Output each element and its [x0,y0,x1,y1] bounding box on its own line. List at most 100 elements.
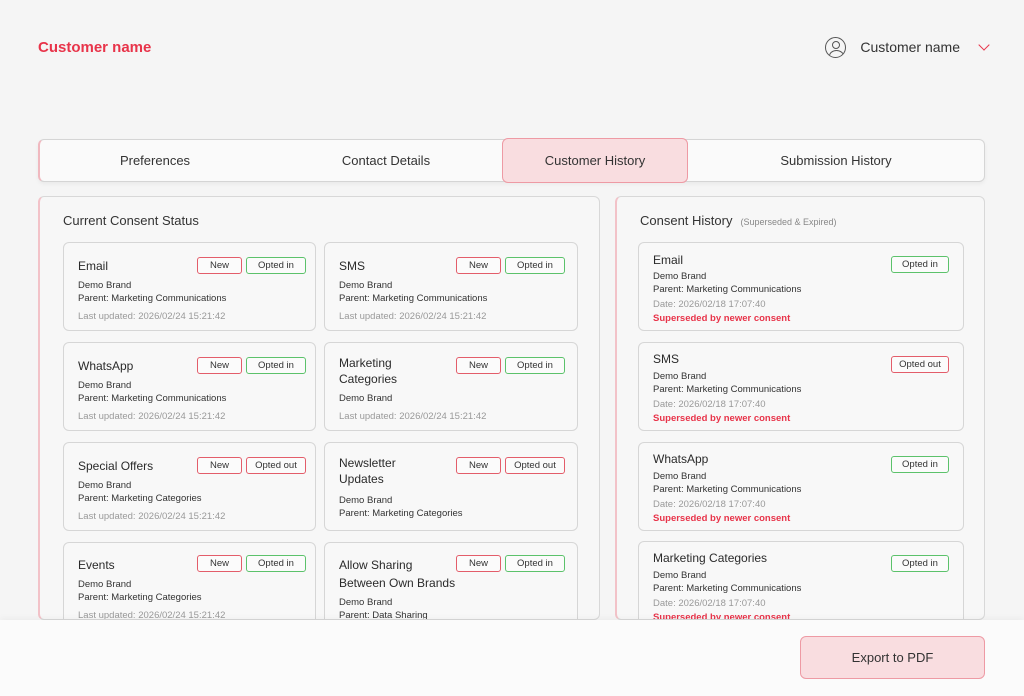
footer-bar: Export to PDF [0,620,1024,696]
consent-card-special-offers[interactable]: Special Offers New Opted out Demo Brand … [63,442,316,531]
consent-card-newsletter-updates[interactable]: Newsletter Updates New Opted out Demo Br… [324,442,578,531]
tab-submission-history[interactable]: Submission History [688,140,984,181]
card-brand: Demo Brand [339,393,393,404]
status-badge: Opted in [505,555,565,572]
status-badge: Opted in [891,555,949,572]
card-parent: Parent: Marketing Communications [78,293,227,304]
consent-history-title: Consent History (Superseded & Expired) [640,213,837,228]
panel-subtitle: (Superseded & Expired) [740,217,837,227]
superseded-note: Superseded by newer consent [653,612,791,620]
status-badge: Opted out [891,356,949,373]
card-brand: Demo Brand [339,280,393,291]
status-badge: Opted in [246,257,306,274]
user-menu[interactable]: Customer name [825,34,990,60]
status-badge: Opted in [891,256,949,273]
card-date: Date: 2026/02/18 17:07:40 [653,598,766,609]
card-date: Date: 2026/02/18 17:07:40 [653,499,766,510]
card-parent: Parent: Marketing Categories [78,493,202,504]
status-badge: Opted out [246,457,306,474]
new-badge: New [456,555,501,572]
superseded-note: Superseded by newer consent [653,413,791,424]
consent-history-panel[interactable]: Consent History (Superseded & Expired) E… [615,196,985,620]
card-parent: Parent: Marketing Communications [653,384,802,395]
card-brand: Demo Brand [653,371,707,382]
card-title: Email [653,253,684,267]
consent-card-events[interactable]: Events New Opted in Demo Brand Parent: M… [63,542,316,620]
history-card-marketing-categories[interactable]: Marketing Categories Opted in Demo Brand… [638,541,964,620]
card-title: SMS [653,352,680,366]
new-badge: New [456,357,501,374]
chevron-down-icon[interactable] [978,38,990,51]
card-title-line-2: Updates [339,472,384,486]
card-title: WhatsApp [78,359,134,373]
card-parent: Parent: Marketing Communications [653,484,802,495]
card-parent: Parent: Marketing Communications [653,583,802,594]
status-badge: Opted in [246,357,306,374]
card-title-line-2: Categories [339,372,398,386]
card-title: Allow Sharing Between Own Brands [339,556,455,592]
card-parent: Parent: Marketing Categories [339,508,463,519]
tab-preferences[interactable]: Preferences [40,140,270,181]
card-parent: Parent: Marketing Categories [78,592,202,603]
card-brand: Demo Brand [78,480,132,491]
panel-title-text: Current Consent Status [63,213,199,228]
export-pdf-button[interactable]: Export to PDF [800,636,985,679]
card-title: SMS [339,259,366,273]
brand-title: Customer name [38,39,152,56]
card-parent: Parent: Marketing Communications [653,284,802,295]
current-consent-title: Current Consent Status [63,213,199,228]
user-icon [825,36,847,58]
card-parent: Parent: Data Sharing [339,610,428,620]
card-date: Date: 2026/02/18 17:07:40 [653,299,766,310]
panel-title-text: Consent History [640,213,733,228]
tab-customer-history[interactable]: Customer History [502,138,688,183]
card-brand: Demo Brand [78,380,132,391]
status-badge: Opted in [505,257,565,274]
card-brand: Demo Brand [653,570,707,581]
consent-card-allow-sharing[interactable]: Allow Sharing Between Own Brands New Opt… [324,542,578,620]
status-badge: Opted in [505,357,565,374]
new-badge: New [197,555,242,572]
card-brand: Demo Brand [653,471,707,482]
new-badge: New [456,457,501,474]
consent-card-marketing-categories[interactable]: Marketing Categories New Opted in Demo B… [324,342,578,431]
card-title: Events [78,558,115,572]
card-title-line-1: Allow Sharing [339,558,413,572]
card-title: Marketing Categories [339,355,397,387]
status-badge: Opted out [505,457,565,474]
card-updated: Last updated: 2026/02/24 15:21:42 [78,411,226,422]
history-card-sms[interactable]: SMS Opted out Demo Brand Parent: Marketi… [638,342,964,431]
superseded-note: Superseded by newer consent [653,313,791,324]
card-title-line-1: Newsletter [339,456,396,470]
history-card-whatsapp[interactable]: WhatsApp Opted in Demo Brand Parent: Mar… [638,442,964,531]
card-brand: Demo Brand [653,271,707,282]
card-brand: Demo Brand [78,280,132,291]
card-updated: Last updated: 2026/02/24 15:21:42 [339,311,487,322]
status-badge: Opted in [891,456,949,473]
current-consent-panel[interactable]: Current Consent Status Email New Opted i… [38,196,600,620]
new-badge: New [197,357,242,374]
card-title: Special Offers [78,459,154,473]
new-badge: New [197,257,242,274]
card-brand: Demo Brand [339,597,393,608]
consent-card-sms[interactable]: SMS New Opted in Demo Brand Parent: Mark… [324,242,578,331]
card-brand: Demo Brand [339,495,393,506]
card-updated: Last updated: 2026/02/24 15:21:42 [78,311,226,322]
card-parent: Parent: Marketing Communications [339,293,488,304]
consent-card-whatsapp[interactable]: WhatsApp New Opted in Demo Brand Parent:… [63,342,316,431]
superseded-note: Superseded by newer consent [653,513,791,524]
card-title: Email [78,259,109,273]
history-card-email[interactable]: Email Opted in Demo Brand Parent: Market… [638,242,964,331]
card-title: Marketing Categories [653,551,768,565]
status-badge: Opted in [246,555,306,572]
card-brand: Demo Brand [78,579,132,590]
consent-card-email[interactable]: Email New Opted in Demo Brand Parent: Ma… [63,242,316,331]
card-title-line-2: Between Own Brands [339,576,456,590]
app-header: Customer name Customer name [0,0,1024,94]
card-updated: Last updated: 2026/02/24 15:21:42 [78,610,226,620]
card-title: WhatsApp [653,452,709,466]
tab-contact-details[interactable]: Contact Details [270,140,502,181]
card-title-line-1: Marketing [339,356,392,370]
tab-bar: Preferences Contact Details Customer His… [38,138,985,183]
new-badge: New [197,457,242,474]
